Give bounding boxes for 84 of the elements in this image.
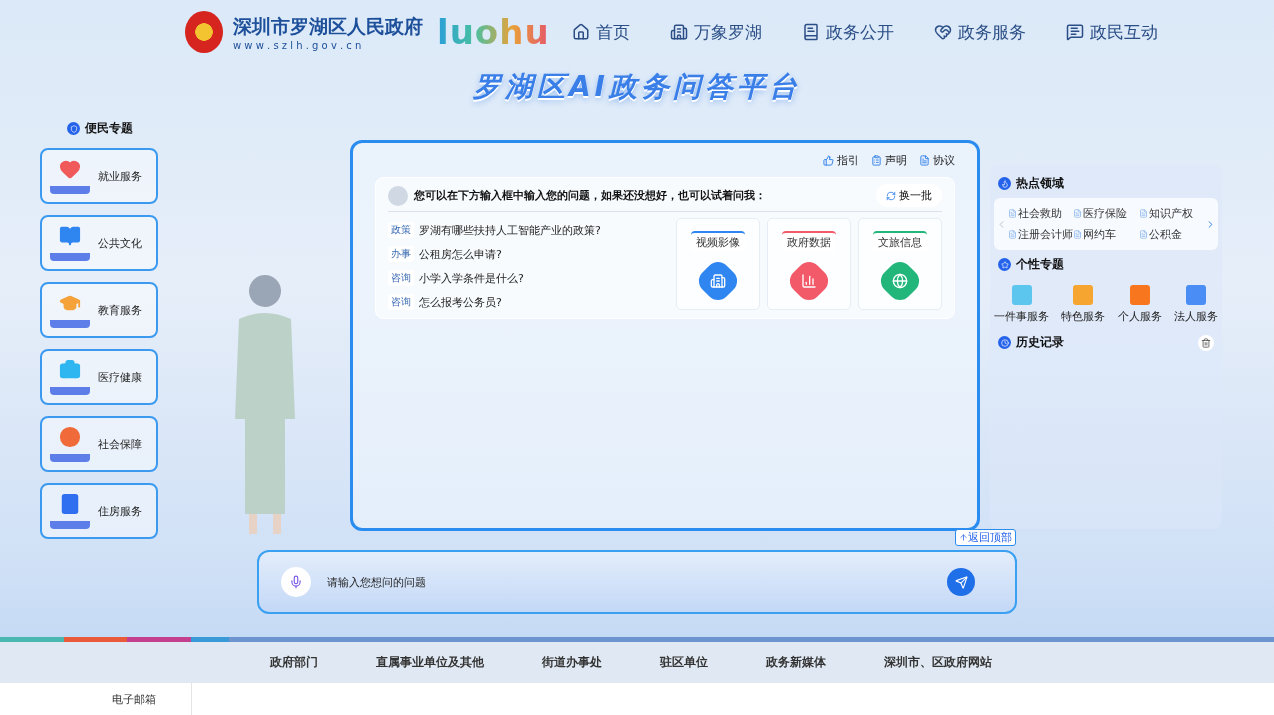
topic-card[interactable]: 就业服务 [40, 148, 158, 204]
question-tag: 办事 [388, 246, 414, 262]
arrow-up-icon [959, 533, 968, 542]
topic-link[interactable]: 法人服务 [1174, 285, 1218, 324]
hot-topic-link[interactable]: 医疗保险 [1073, 206, 1139, 221]
question-text: 公租房怎么申请? [419, 246, 502, 262]
flame-icon [998, 177, 1011, 190]
question-text: 怎么报考公务员? [419, 294, 502, 310]
question-tag: 咨询 [388, 270, 414, 286]
section-heading: 便民专题 [85, 120, 133, 137]
buildings-icon [669, 23, 688, 41]
send-icon [954, 575, 968, 589]
topic-card[interactable]: 医疗健康 [40, 349, 158, 405]
nav-link[interactable]: 首页 [571, 20, 630, 44]
topic-link[interactable]: 一件事服务 [994, 285, 1049, 324]
question-tag: 政策 [388, 222, 414, 238]
question-input[interactable]: 请输入您想问的问题 [325, 574, 933, 590]
delete-button[interactable] [1198, 334, 1214, 351]
document-icon [1138, 230, 1148, 239]
header-link[interactable]: 指引 [823, 152, 859, 168]
site-name: 深圳市罗湖区人民政府 [233, 13, 423, 39]
category-tile[interactable]: 政府数据 [767, 218, 851, 310]
document-icon [1008, 230, 1017, 239]
footer-link[interactable]: 直属事业单位及其他 [376, 654, 484, 671]
nav-link[interactable]: 政务服务 [933, 20, 1026, 44]
footer-link[interactable]: 驻区单位 [660, 654, 708, 671]
question-text: 罗湖有哪些扶持人工智能产业的政策? [419, 222, 601, 238]
question-text: 小学入学条件是什么? [419, 270, 524, 286]
heart-hand-icon [933, 23, 952, 41]
suggested-question[interactable]: 政策 罗湖有哪些扶持人工智能产业的政策? [388, 222, 601, 238]
refresh-icon [886, 190, 896, 201]
nav-link[interactable]: 万象罗湖 [669, 20, 762, 44]
topic-link[interactable]: 特色服务 [1061, 285, 1106, 324]
avatar-circle [388, 185, 408, 206]
document-icon [1008, 209, 1017, 218]
refresh-button[interactable]: 换一批 [876, 184, 942, 207]
document-icon [1073, 209, 1083, 218]
chat-icon [1065, 23, 1084, 41]
hot-topic-link[interactable]: 注册会计师 [1008, 227, 1074, 242]
clipboard-icon [871, 154, 882, 166]
microphone-icon[interactable] [281, 567, 311, 597]
document-icon [1138, 209, 1148, 218]
topic-card[interactable]: 教育服务 [40, 282, 158, 338]
suggested-question[interactable]: 咨询 小学入学条件是什么? [388, 270, 601, 286]
email-link[interactable]: 电子邮箱 [0, 683, 192, 715]
document-icon [1073, 230, 1083, 239]
hot-topic-link[interactable]: 社会救助 [1008, 206, 1074, 221]
section-heading: 热点领域 [1016, 175, 1064, 192]
hot-topic-link[interactable]: 公积金 [1138, 227, 1204, 242]
topic-link[interactable]: 个人服务 [1117, 285, 1162, 324]
suggested-question[interactable]: 办事 公租房怎么申请? [388, 246, 601, 262]
clock-icon [998, 336, 1011, 349]
prompt-text: 您可以在下方输入框中输入您的问题，如果还没想好，也可以试着问我： [414, 188, 767, 203]
home-icon [571, 23, 590, 41]
send-button[interactable] [947, 568, 975, 596]
category-tile[interactable]: 视频影像 [676, 218, 760, 310]
footer-link[interactable]: 深圳市、区政府网站 [884, 654, 992, 671]
thumbs-up-icon [823, 154, 834, 166]
header-link[interactable]: 协议 [919, 152, 955, 168]
topic-card[interactable]: 社会保障 [40, 416, 158, 472]
nav-link[interactable]: 政民互动 [1065, 20, 1158, 44]
book-icon [801, 23, 820, 41]
topic-card[interactable]: 公共文化 [40, 215, 158, 271]
footer-link[interactable]: 街道办事处 [542, 654, 602, 671]
emblem-icon [185, 11, 223, 53]
header-link[interactable]: 声明 [871, 152, 907, 168]
category-tile[interactable]: 文旅信息 [858, 218, 942, 310]
document-icon [919, 154, 930, 166]
hot-topic-link[interactable]: 知识产权 [1138, 206, 1204, 221]
back-to-top-link[interactable]: 返回顶部 [955, 529, 1016, 546]
footer-link[interactable]: 政务新媒体 [766, 654, 826, 671]
section-heading: 个性专题 [1016, 256, 1064, 273]
section-heading: 历史记录 [1016, 334, 1064, 351]
nav-link[interactable]: 政务公开 [801, 20, 894, 44]
shield-icon [67, 122, 80, 135]
hot-topic-link[interactable]: 网约车 [1073, 227, 1139, 242]
suggested-question[interactable]: 咨询 怎么报考公务员? [388, 294, 601, 310]
topic-card[interactable]: 住房服务 [40, 483, 158, 539]
question-tag: 咨询 [388, 294, 414, 310]
trash-icon [1201, 337, 1211, 348]
star-icon [998, 258, 1011, 271]
footer-link[interactable]: 政府部门 [270, 654, 318, 671]
site-url: w w w . s z l h . g o v . c n [233, 39, 363, 51]
page-title: 罗湖区AI政务问答平台 [472, 69, 802, 105]
